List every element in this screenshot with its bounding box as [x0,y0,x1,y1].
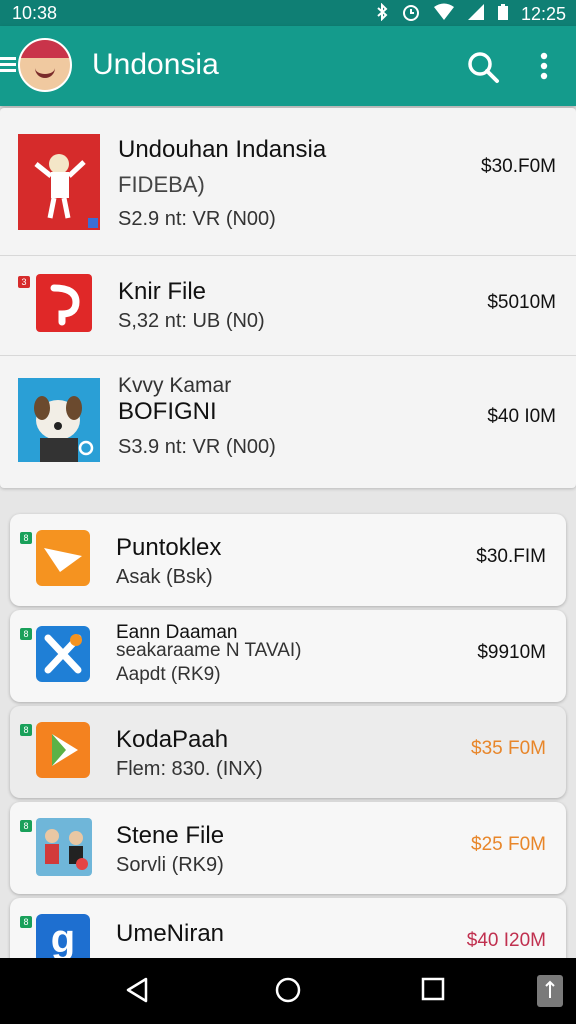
app-meta: S3.9 nt: VR (N00) [118,436,276,458]
app-subtitle: seakaraame N TAVAI) [116,640,302,661]
page-title: Undonsia [92,48,219,81]
orange-paper-icon [36,530,90,586]
app-name: KodaPaah [116,726,229,753]
badge-icon: 8 [20,916,32,928]
badge-icon: 8 [20,724,32,736]
recents-icon[interactable] [420,976,446,1007]
alarm-icon [401,3,421,26]
app-name: BOFIGNI [118,398,217,425]
app-subtitle: FIDEBA) [118,172,205,197]
app-meta: S2.9 nt: VR (N00) [118,208,276,230]
menu-icon[interactable] [0,54,16,75]
battery-icon [497,3,509,26]
app-price: $40 I20M [466,930,546,951]
app-price: $30.FIM [476,546,546,567]
app-price: $40 I0M [487,406,556,427]
list-card[interactable]: 8 Puntoklex Asak (Bsk) $30.FIM [10,514,566,606]
avatar[interactable] [18,38,72,92]
app-bar: Undonsia [0,26,576,106]
app-price: $35 F0M [471,738,546,759]
list-card[interactable]: 8 Stene File Sorvli (RK9) $25 F0M [10,802,566,894]
app-price: $30.F0M [481,156,556,177]
app-name: Undouhan Indansia [118,136,327,163]
status-time-left: 10:38 [12,3,58,23]
bluetooth-icon [375,2,389,26]
keyboard-toggle-icon[interactable] [536,974,564,1013]
badge-icon: 8 [20,628,32,640]
navigation-bar [0,958,576,1024]
app-name: Knir File [118,278,207,305]
search-icon[interactable] [466,50,500,89]
more-options-icon[interactable] [540,52,548,85]
app-meta: Sorvli (RK9) [116,854,224,876]
list-item[interactable]: Kvvy Kamar BOFIGNI S3.9 nt: VR (N00) $40… [0,356,576,488]
app-name: Stene File [116,822,225,849]
app-meta: Aapdt (RK9) [116,664,221,685]
avatar-hat [20,40,70,58]
red-character-icon [18,134,100,230]
app-name: Puntoklex [116,534,222,561]
dog-photo-icon [18,378,100,462]
status-bar: 10:38 12:25 [0,0,576,26]
list-card[interactable]: 8 Eann Daaman seakaraame N TAVAI) Aapdt … [10,610,566,702]
top-list-card: Undouhan Indansia FIDEBA) S2.9 nt: VR (N… [0,108,576,488]
avatar-smile [35,66,55,78]
red-play-icon [36,274,92,332]
wifi-icon [433,3,455,26]
badge-icon: 8 [20,820,32,832]
app-meta: Flem: 830. (INX) [116,758,263,780]
app-meta: Asak (Bsk) [116,566,213,588]
app-price: $5010M [487,292,556,313]
badge-icon: 8 [20,532,32,544]
blue-tools-icon [36,626,90,682]
list-card[interactable]: 8 KodaPaah Flem: 830. (INX) $35 F0M [10,706,566,798]
back-icon[interactable] [124,976,150,1009]
list-item[interactable]: 3 Knir File S,32 nt: UB (N0) $5010M [0,256,576,356]
app-pretitle: Kvvy Kamar [118,374,232,397]
badge-icon: 3 [18,276,30,288]
app-price: $25 F0M [471,834,546,855]
app-name: UmeNiran [116,920,225,947]
app-meta: S,32 nt: UB (N0) [118,310,265,332]
home-icon[interactable] [274,976,302,1009]
app-price: $9910M [477,642,546,663]
kids-photo-icon [36,818,92,876]
signal-icon [467,3,485,26]
list-item[interactable]: Undouhan Indansia FIDEBA) S2.9 nt: VR (N… [0,108,576,256]
orange-play-icon [36,722,90,778]
status-time-right: 12:25 [520,4,566,24]
